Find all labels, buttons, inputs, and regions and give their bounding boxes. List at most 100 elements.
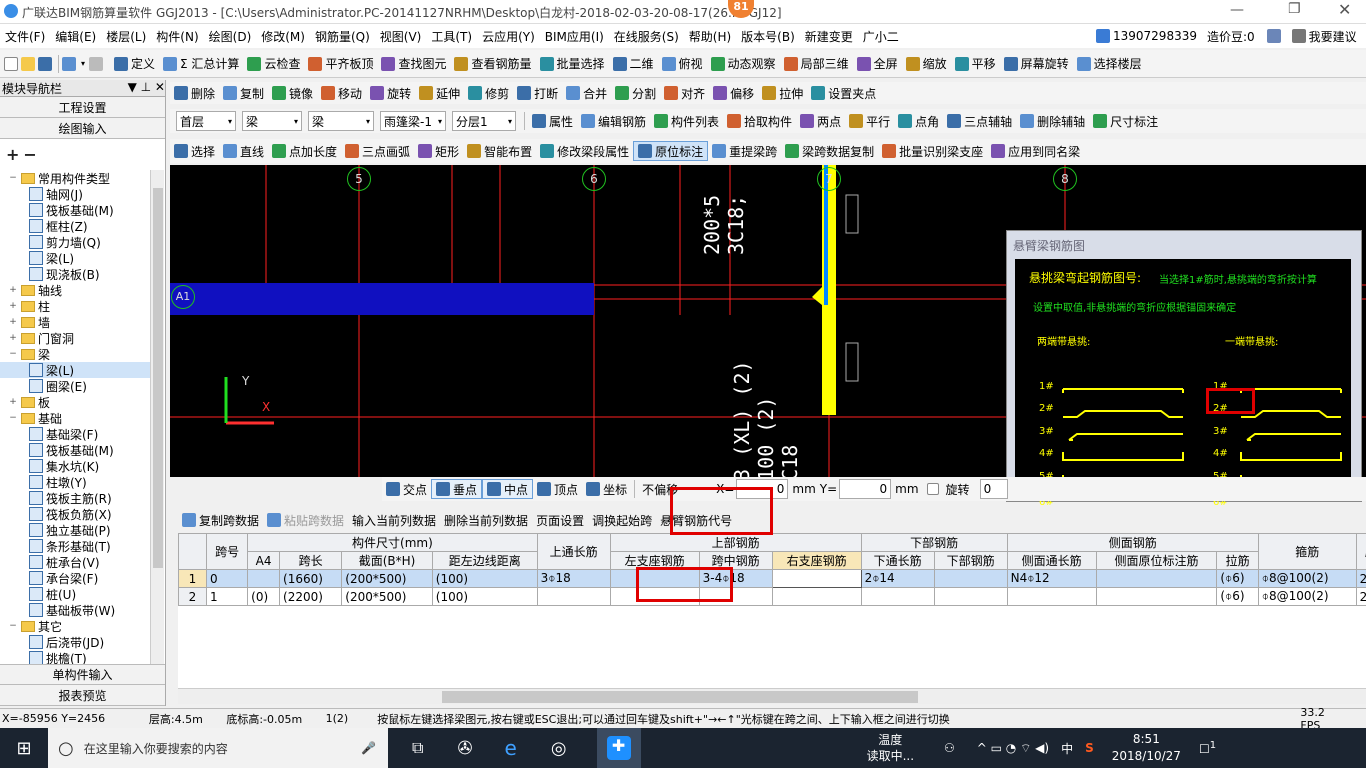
toolbar2-item-10[interactable]: 对齐 [660, 83, 709, 103]
ime-indicator[interactable]: 中 [1061, 740, 1073, 757]
tree-node[interactable]: + 板 [0, 394, 150, 410]
tree-node[interactable]: 圈梁(E) [0, 378, 150, 394]
snap-item-4[interactable]: 坐标 [582, 479, 631, 499]
toolbar1-item-0[interactable]: 定义 [110, 54, 159, 74]
toolbar4-item-6[interactable]: 修改梁段属性 [536, 141, 633, 161]
toolbar1-item-11[interactable]: 全屏 [853, 54, 902, 74]
tree-node[interactable]: 承台梁(F) [0, 570, 150, 586]
table-row[interactable]: 1 0 (1660) (200*500) (100) 3⌽18 3-4⌽18 2⌽14 N4⌽1… [178, 569, 1366, 588]
layer-select[interactable]: 分层1 ▾ [452, 111, 516, 131]
axis-label-8[interactable]: 8 [1053, 167, 1077, 191]
toolbar1-item-2[interactable]: 云检查 [243, 54, 304, 74]
toolbar2-item-12[interactable]: 拉伸 [758, 83, 807, 103]
cell-len[interactable]: (2200) [279, 587, 343, 606]
tree-node[interactable]: 桩承台(V) [0, 554, 150, 570]
cell-tl[interactable] [536, 587, 611, 606]
tree-node[interactable]: + 轴线 [0, 282, 150, 298]
toolbar4-item-2[interactable]: 点加长度 [268, 141, 341, 161]
axis-label-6[interactable]: 6 [582, 167, 606, 191]
close-button[interactable]: ✕ [1338, 0, 1351, 19]
toolbar1-item-13[interactable]: 平移 [951, 54, 1000, 74]
ggj-app-icon[interactable]: ✚ [596, 728, 641, 768]
cell-a4[interactable] [247, 569, 281, 588]
toolbar3-item-0[interactable]: 属性 [528, 111, 577, 131]
collapse-all-icon[interactable]: − [23, 145, 36, 164]
tree-node[interactable]: − 常用构件类型 [0, 170, 150, 186]
cell-bb[interactable] [933, 587, 1008, 606]
cell-sl[interactable]: N4⌽12 [1006, 569, 1097, 588]
chrome-icon[interactable]: ◎ [551, 738, 567, 759]
snap-item-1[interactable]: 垂点 [431, 479, 483, 499]
type2-select[interactable]: 梁 ▾ [308, 111, 374, 131]
toolbar2-item-8[interactable]: 合并 [562, 83, 611, 103]
notification-icon[interactable]: ☐1 [1199, 740, 1216, 756]
tree-node[interactable]: 基础板带(W) [0, 602, 150, 618]
windows-start-icon[interactable]: ⊞ [0, 738, 48, 759]
tree-node[interactable]: 基础梁(F) [0, 426, 150, 442]
minimize-button[interactable]: — [1230, 2, 1244, 18]
toolbar2-item-1[interactable]: 复制 [219, 83, 268, 103]
toolbar1-item-1[interactable]: Σ 汇总计算 [159, 54, 243, 74]
grid-tab-1[interactable]: 粘贴跨数据 [263, 510, 348, 530]
new-icon[interactable] [4, 56, 18, 71]
toolbar4-item-9[interactable]: 梁跨数据复制 [781, 141, 878, 161]
cell-st[interactable]: ⌽8@100(2) [1257, 569, 1357, 588]
tree-expander-icon[interactable]: + [8, 333, 18, 343]
member-select[interactable]: 雨篷梁-1 ▾ [380, 111, 446, 131]
clock[interactable]: 8:51 2018/10/27 [1112, 731, 1181, 765]
toolbar1-item-14[interactable]: 屏幕旋转 [1000, 54, 1073, 74]
tree-node[interactable]: 筏板基础(M) [0, 442, 150, 458]
tree-node[interactable]: + 柱 [0, 298, 150, 314]
menu-item-7[interactable]: 视图(V) [375, 24, 427, 48]
toolbar2-item-3[interactable]: 移动 [317, 83, 366, 103]
single-input-button[interactable]: 单构件输入 [0, 664, 165, 685]
cell-span[interactable]: 1 [205, 587, 249, 606]
tree-node[interactable]: 梁(L) [0, 362, 150, 378]
tree-node[interactable]: 后浇带(JD) [0, 634, 150, 650]
toolbar4-item-7[interactable]: 原位标注 [633, 141, 709, 161]
tree-expander-icon[interactable]: − [8, 173, 18, 183]
cell-a4[interactable]: (0) [247, 587, 281, 606]
taskbar-search[interactable]: ○ 在这里输入你要搜索的内容 🎤 [48, 728, 388, 768]
menu-item-3[interactable]: 构件(N) [151, 24, 203, 48]
cell-span[interactable]: 0 [205, 569, 249, 588]
cell-tl[interactable]: 3⌽18 [536, 569, 611, 588]
toolbar3-item-8[interactable]: 删除辅轴 [1016, 111, 1089, 131]
toolbar4-item-8[interactable]: 重提梁跨 [708, 141, 781, 161]
toolbar4-item-11[interactable]: 应用到同名梁 [987, 141, 1084, 161]
draw-input-button[interactable]: 绘图输入 [0, 118, 165, 139]
tree-node[interactable]: 梁(L) [0, 250, 150, 266]
cell-rs[interactable] [771, 569, 862, 588]
rotate-input[interactable]: 0 [979, 479, 1008, 499]
cell-tie[interactable]: (⌽6) [1216, 569, 1259, 588]
toolbar2-item-9[interactable]: 分割 [611, 83, 660, 103]
sogou-icon[interactable]: S [1085, 741, 1094, 755]
toolbar4-item-3[interactable]: 三点画弧 [341, 141, 414, 161]
toolbar1-item-12[interactable]: 缩放 [902, 54, 951, 74]
tree-expander-icon[interactable]: + [8, 397, 18, 407]
cell-sl[interactable] [1006, 587, 1097, 606]
tree-expander-icon[interactable]: − [8, 413, 18, 423]
cell-len[interactable]: (1660) [279, 569, 343, 588]
toolbar1-item-10[interactable]: 局部三维 [780, 54, 853, 74]
tree-expander-icon[interactable]: − [8, 349, 18, 359]
y-input[interactable]: 0 [839, 479, 892, 499]
grid-tab-4[interactable]: 页面设置 [532, 510, 588, 530]
nav-pin-icon[interactable]: ▼ ⊥ ✕ [128, 80, 165, 96]
cell-sec[interactable]: (200*500) [341, 569, 433, 588]
toolbar4-item-10[interactable]: 批量识别梁支座 [878, 141, 987, 161]
cell-sec[interactable]: (200*500) [341, 587, 433, 606]
toolbar2-item-13[interactable]: 设置夹点 [807, 83, 880, 103]
tree-node[interactable]: 集水坑(K) [0, 458, 150, 474]
cell-bl[interactable]: 2⌽14 [860, 569, 935, 588]
tree-expander-icon[interactable]: + [8, 285, 18, 295]
toolbar3-item-6[interactable]: 点角 [894, 111, 943, 131]
menu-item-11[interactable]: 在线服务(S) [609, 24, 684, 48]
people-icon[interactable]: ⚇ [944, 741, 955, 755]
account-phone[interactable]: 13907298339 [1113, 29, 1197, 43]
rotate-checkbox[interactable] [926, 483, 939, 495]
tree-node[interactable]: 剪力墙(Q) [0, 234, 150, 250]
toolbar3-item-4[interactable]: 两点 [796, 111, 845, 131]
tree-expander-icon[interactable]: + [8, 301, 18, 311]
tree-scrollbar[interactable] [150, 170, 164, 666]
